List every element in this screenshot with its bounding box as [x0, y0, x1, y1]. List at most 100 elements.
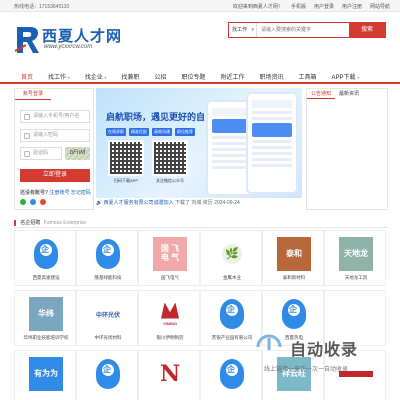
search-input[interactable] [257, 23, 349, 37]
company-logo-text: 有为为 [29, 357, 63, 391]
banner-tag: 高效沟通 [152, 128, 172, 136]
company-card[interactable]: N [138, 350, 200, 400]
nav-item-news[interactable]: 职场资讯 [254, 68, 288, 82]
login-link[interactable]: 用户登录 [314, 3, 334, 10]
company-name: 金鹰木业 [223, 275, 241, 280]
company-logo: 企 [29, 237, 63, 271]
welcome-text: 欢迎来到西夏人才网！ [232, 4, 283, 10]
company-name: 天地龙工贸 [344, 275, 368, 280]
social-login [20, 199, 46, 205]
banner-tag: 精准匹配 [129, 128, 149, 136]
login-links: 还没有账号? 注册账号 忘记密码 [20, 189, 91, 196]
company-logo: N [153, 357, 187, 391]
watermark-subtext: 线上链接一来访一次一自动收录 [264, 367, 349, 373]
qr-icon [108, 140, 144, 176]
register-link[interactable]: 用户注册 [342, 3, 362, 10]
watermark-text: 自动收录 [290, 342, 359, 359]
banner-tags: 在线求职 精准匹配 高效沟通 职位推荐 [106, 128, 195, 136]
section-marker [14, 219, 16, 226]
tab-notices[interactable]: 公告通知 [307, 89, 336, 99]
hero-banner[interactable]: 启航职场，遇见更好的自己 在线求职 精准匹配 高效沟通 职位推荐 扫码下载APP… [96, 88, 302, 198]
company-card[interactable]: 国 飞 电 气国飞电气 [138, 230, 200, 286]
tab-account-login[interactable]: 账号登录 [15, 89, 51, 100]
company-name: 华纬职业技能培训学校 [23, 335, 69, 340]
company-pin-icon: 企 [96, 359, 120, 389]
company-pin-icon: 企 [34, 239, 58, 269]
company-logo: 天地龙 [339, 237, 373, 271]
company-card[interactable]: 华纬华纬职业技能培训学校 [14, 290, 76, 346]
section-title: 名企招聘 [20, 220, 41, 226]
no-account-text: 还没有账号? [20, 190, 49, 196]
company-card[interactable]: 中环光伏中环光伏材料 [76, 290, 138, 346]
company-card[interactable]: 有为为 [14, 350, 76, 400]
tab-latest-news[interactable]: 最新资讯 [335, 89, 363, 99]
banner-tag: 职位推荐 [175, 128, 195, 136]
company-pin-icon: 企 [282, 299, 306, 329]
search-category-select[interactable]: 找工作 [229, 23, 257, 37]
section-subtitle: Famous Enterprise [43, 220, 87, 226]
company-logo: YIMING [153, 297, 187, 331]
logo-r-icon [14, 27, 39, 53]
account-placeholder: 请输入手机号/用户名 [33, 113, 80, 119]
company-pin-icon: 企 [220, 359, 244, 389]
company-card[interactable]: 泰和 泰和新材料 [262, 230, 324, 286]
site-logo[interactable]: 西夏人才网 www.ycxxrcw.com [14, 25, 124, 57]
nav-item-companies[interactable]: 找企业 ▾ [80, 68, 112, 82]
qq-icon[interactable] [30, 199, 36, 205]
nav-item-public[interactable]: 公招 [149, 68, 171, 82]
chevron-down-icon: ▾ [104, 75, 107, 80]
company-logo-text: 华纬 [29, 297, 63, 331]
nav-item-topics[interactable]: 职位专题 [176, 68, 210, 82]
nav-item-jobs[interactable]: 找工作 ▾ [43, 68, 75, 82]
wechat-icon[interactable] [20, 199, 26, 205]
watermark: 自动收录 线上链接一来访一次一自动收录 [250, 334, 400, 374]
notice-tail: 下载了 刘城 资历 2024-09-24 [175, 200, 240, 206]
search-button[interactable]: 搜索 [349, 23, 385, 37]
nav-item-tools[interactable]: 工具箱 [294, 68, 322, 82]
company-card[interactable]: 企隆基绿能科技 [76, 230, 138, 286]
company-logo: 企 [215, 357, 249, 391]
company-name: 西夏高速建设 [32, 275, 60, 280]
login-button[interactable]: 立即登录 [20, 169, 90, 182]
top-links: 欢迎来到西夏人才网！ 手机版 用户登录 用户注册 网站导航 [233, 3, 390, 10]
captcha-placeholder: 验证码 [33, 150, 49, 156]
notice-text: 西夏人才服务有限公司诚邀加入 [103, 200, 174, 206]
chevron-down-icon: ▾ [357, 75, 360, 80]
company-name: 银川伊明制药 [156, 335, 184, 340]
captcha-field[interactable]: 验证码 [20, 147, 62, 160]
company-logo-text: 天地龙 [339, 237, 373, 271]
company-logo: 有为为 [29, 357, 63, 391]
company-card[interactable]: 企 [76, 350, 138, 400]
company-logo: 企 [215, 297, 249, 331]
company-name: 中环光伏材料 [94, 335, 122, 340]
company-card[interactable]: YIMING 银川伊明制药 [138, 290, 200, 346]
company-card[interactable]: 天地龙 天地龙工贸 [324, 230, 386, 286]
register-link[interactable]: 注册账号 [49, 190, 69, 196]
search-bar: 找工作 搜索 [228, 22, 386, 38]
wechat-qr-code: 关注微信公众号 [152, 140, 188, 184]
banner-headline: 启航职场，遇见更好的自己 [106, 112, 215, 122]
account-field[interactable]: 请输入手机号/用户名 [20, 110, 90, 123]
nav-item-parttime[interactable]: 找兼职 [116, 68, 144, 82]
nav-item-nearby[interactable]: 附近工作 [215, 68, 249, 82]
nav-item-app[interactable]: APP下载 ▾ [327, 68, 365, 82]
shield-icon [24, 151, 30, 157]
password-field[interactable]: 请输入密码 [20, 129, 90, 142]
forgot-password-link[interactable]: 忘记密码 [71, 190, 91, 196]
notice-ticker[interactable]: 🔊 西夏人才服务有限公司诚邀加入 下载了 刘城 资历 2024-09-24 [96, 199, 302, 208]
main-nav: 首页 找工作 ▾ 找企业 ▾ 找兼职 公招 职位专题 附近工作 职场资讯 工具箱… [0, 68, 400, 84]
weibo-icon[interactable] [40, 199, 46, 205]
leaf-emblem-icon: 🌿 [222, 244, 242, 264]
banner-tag: 在线求职 [106, 128, 126, 136]
site-nav-link[interactable]: 网站导航 [370, 3, 390, 10]
chevron-down-icon: ▾ [67, 75, 70, 80]
lock-icon [24, 133, 30, 139]
captcha-image[interactable]: bFnM [65, 147, 90, 160]
company-logo-text: 国 飞 电 气 [153, 237, 187, 271]
company-logo: 🌿 [215, 237, 249, 271]
nav-item-home[interactable]: 首页 [16, 68, 38, 82]
company-card[interactable]: 🌿 金鹰木业 [200, 230, 262, 286]
company-card[interactable]: 企西夏高速建设 [14, 230, 76, 286]
company-logo-text: 中环光伏 [95, 312, 120, 319]
mobile-link[interactable]: 手机版 [291, 3, 306, 10]
